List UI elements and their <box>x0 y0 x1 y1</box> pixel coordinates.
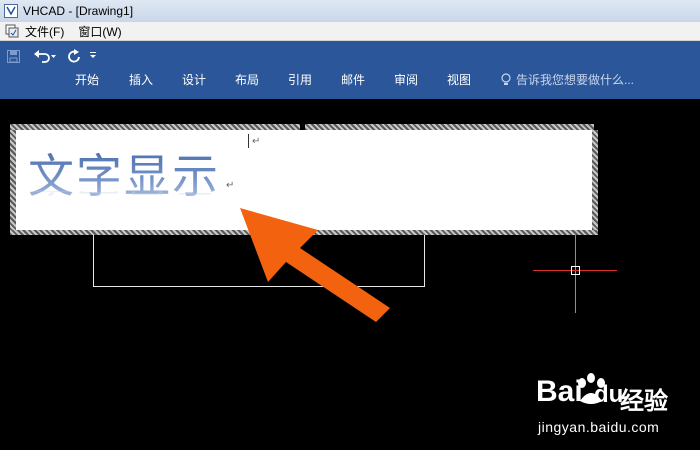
tab-review[interactable]: 审阅 <box>394 71 418 88</box>
display-text-reflection: 文字显示 <box>28 191 220 202</box>
customize-dropdown-icon <box>90 52 96 58</box>
annotation-arrow <box>240 208 390 322</box>
paragraph-mark-end: ↵ <box>226 180 235 191</box>
document-icon[interactable] <box>5 24 19 38</box>
app-icon <box>4 4 18 18</box>
crosshair-pickbox <box>571 266 580 275</box>
paragraph-mark-top: ↵ <box>252 136 261 147</box>
window-title: VHCAD - [Drawing1] <box>23 4 134 18</box>
tell-me-box[interactable]: 告诉我您想要做什么... <box>500 71 634 88</box>
menu-file[interactable]: 文件(F) <box>25 23 64 40</box>
ole-frame-border-right[interactable] <box>592 130 598 230</box>
menu-bar: 文件(F) 窗口(W) <box>0 22 700 41</box>
watermark-brand: Bai <box>536 375 583 408</box>
save-icon <box>6 49 20 63</box>
tab-references[interactable]: 引用 <box>288 71 312 88</box>
redo-icon <box>68 49 80 63</box>
undo-icon <box>34 50 56 63</box>
undo-button[interactable] <box>30 45 60 67</box>
drawing-canvas[interactable]: ↵ 文字显示 文字显示 ↵ Bai du 经验 jingyan.baidu.co… <box>0 99 700 450</box>
ribbon: 开始 插入 设计 布局 引用 邮件 审阅 视图 告诉我您想要做什么... <box>0 41 700 99</box>
baidu-jingyan-watermark: Bai du 经验 jingyan.baidu.com <box>536 373 696 445</box>
text-cursor <box>248 134 249 148</box>
watermark-brand-suffix: du <box>594 381 624 408</box>
tab-mailings[interactable]: 邮件 <box>341 71 365 88</box>
ribbon-tabs: 开始 插入 设计 布局 引用 邮件 审阅 视图 告诉我您想要做什么... <box>0 68 700 92</box>
tab-insert[interactable]: 插入 <box>129 71 153 88</box>
save-button[interactable] <box>2 45 24 67</box>
lightbulb-icon <box>501 72 511 85</box>
title-bar: VHCAD - [Drawing1] <box>0 0 700 23</box>
customize-qat-button[interactable] <box>86 45 100 67</box>
watermark-jingyan: 经验 <box>620 388 668 415</box>
menu-window[interactable]: 窗口(W) <box>78 23 121 40</box>
tab-design[interactable]: 设计 <box>182 71 206 88</box>
redo-button[interactable] <box>64 45 84 67</box>
quick-access-toolbar <box>0 44 100 68</box>
tab-view[interactable]: 视图 <box>447 71 471 88</box>
tab-home[interactable]: 开始 <box>75 71 99 88</box>
watermark-url: jingyan.baidu.com <box>538 419 660 435</box>
tab-layout[interactable]: 布局 <box>235 71 259 88</box>
tell-me-placeholder: 告诉我您想要做什么... <box>516 73 635 87</box>
